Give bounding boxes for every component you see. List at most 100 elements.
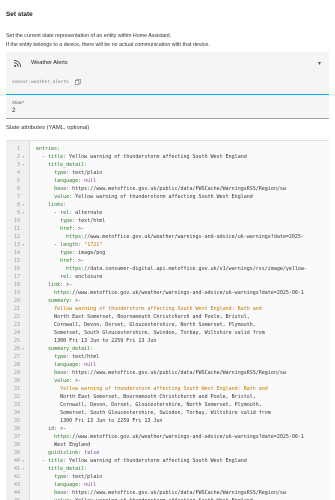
code-text: language: null <box>54 178 97 184</box>
code-text: language: null <box>54 362 97 368</box>
state-label: State* <box>12 100 25 105</box>
code-text: title_detail: <box>48 466 88 472</box>
code-text: rel: enclosure <box>60 274 103 280</box>
line-number: 41 <box>13 466 20 472</box>
code-text: type: text/html <box>54 354 100 360</box>
code-text: link: >- <box>48 282 73 288</box>
line-number: 9 <box>16 210 20 216</box>
code-line: 8 ▾ links: <box>6 201 329 209</box>
code-line: 28 language: null <box>6 361 329 369</box>
line-number: 42 <box>13 474 20 480</box>
line-number: 25 <box>13 338 20 344</box>
fold-icon[interactable]: ▾ <box>22 465 24 473</box>
code-line: 12 https://www.metoffice.gov.uk/weather/… <box>6 233 329 241</box>
code-line: 29 base: https://www.metoffice.gov.uk/pu… <box>6 369 329 377</box>
code-text: Somerset, South Gloucestershire, Swindon… <box>36 410 271 416</box>
code-text: id: >- <box>48 426 67 432</box>
code-text: Cornwall, Devon, Dorset, Gloucestershire… <box>36 322 256 328</box>
line-number: 6 <box>16 186 20 192</box>
code-text: type: text/html <box>60 218 106 224</box>
code-text: type: text/plain <box>54 474 103 480</box>
entity-picker[interactable]: Weather Alerts ▾ sensor.weather_alerts <box>6 52 329 95</box>
line-number: 35 <box>13 418 20 424</box>
line-number: 29 <box>13 370 20 376</box>
code-line: 19 https://www.metoffice.gov.uk/weather/… <box>6 289 329 297</box>
code-line: 7 value: Yellow warning of thunderstorm … <box>6 193 329 201</box>
line-number: 22 <box>13 314 20 320</box>
fold-icon[interactable]: ▾ <box>22 161 24 169</box>
code-text: - title: Yellow warning of thunderstorm … <box>36 458 247 464</box>
fold-icon[interactable]: ▾ <box>22 457 24 465</box>
code-line: 39 guidislink: false <box>6 449 329 457</box>
line-number: 44 <box>13 490 20 496</box>
code-text: Somerset, South Gloucestershire, Swindon… <box>36 330 265 336</box>
code-line: 26 ▾ summary_detail: <box>6 345 329 353</box>
code-line: 16 https://data.consumer-digital.api.met… <box>6 265 329 273</box>
code-text: https://www.metoffice.gov.uk/weather/war… <box>66 234 304 240</box>
state-value[interactable]: 2 <box>12 107 16 114</box>
code-line: 25 1300 Fri 13 Jun to 2259 Fri 13 Jun <box>6 337 329 345</box>
chevron-down-icon[interactable]: ▾ <box>318 60 321 67</box>
code-text: 1300 Fri 13 Jun to 2259 Fri 13 Jun <box>36 418 163 424</box>
code-text: https://www.metoffice.gov.uk/weather/war… <box>54 290 304 296</box>
entity-id: sensor.weather_alerts <box>12 80 69 85</box>
line-number: 37 <box>13 434 20 440</box>
line-number: 18 <box>13 282 20 288</box>
code-line: 1 entries: <box>6 145 329 153</box>
code-text: - length: "1721" <box>36 242 103 248</box>
line-number: 13 <box>13 242 20 248</box>
code-text: value: >- <box>54 378 82 384</box>
code-line: 15 href: >- <box>6 257 329 265</box>
line-number: 14 <box>13 250 20 256</box>
code-text: North East Somerset, Bournemouth Christc… <box>36 314 250 320</box>
code-line: 5 language: null <box>6 177 329 185</box>
code-line: 43 language: null <box>6 481 329 489</box>
code-text: Cornwall, Devon, Dorset, Gloucestershire… <box>36 402 262 408</box>
state-field[interactable]: State* 2 <box>6 95 329 119</box>
code-text: West England <box>36 442 91 448</box>
fold-icon[interactable]: ▾ <box>22 153 24 161</box>
code-text: summary_detail: <box>48 346 94 352</box>
code-text: https://data.consumer-digital.api.metoff… <box>66 266 307 272</box>
code-text: - title: Yellow warning of thunderstorm … <box>36 154 247 160</box>
line-number: 26 <box>13 346 20 352</box>
description-line-2: If the entity belongs to a device, there… <box>6 42 210 48</box>
line-number: 10 <box>13 218 20 224</box>
code-line: 24 Somerset, South Gloucestershire, Swin… <box>6 329 329 337</box>
line-number: 34 <box>13 410 20 416</box>
line-number: 32 <box>13 394 20 400</box>
line-number: 11 <box>13 226 20 232</box>
fold-icon[interactable]: ▾ <box>22 345 24 353</box>
copy-icon[interactable] <box>75 79 81 85</box>
code-text: title_detail: <box>48 162 88 168</box>
fold-icon[interactable]: ▾ <box>22 241 24 249</box>
line-number: 31 <box>13 386 20 392</box>
fold-icon[interactable]: ▾ <box>22 201 24 209</box>
line-number: 16 <box>13 266 20 272</box>
code-text: https://www.metoffice.gov.uk/weather/war… <box>54 434 304 440</box>
code-text: North East Somerset, Bournemouth Christc… <box>36 394 256 400</box>
fold-icon[interactable]: ▾ <box>22 209 24 217</box>
code-text: href: >- <box>60 226 85 232</box>
line-number: 27 <box>13 354 20 360</box>
code-line: 41 ▾ title_detail: <box>6 465 329 473</box>
yaml-editor[interactable]: 1 entries: 2 ▾ - title: Yellow warning of t… <box>6 140 329 500</box>
code-line: 32 North East Somerset, Bournemouth Chri… <box>6 393 329 401</box>
line-number: 30 <box>13 378 20 384</box>
line-number: 15 <box>13 258 20 264</box>
code-line: 33 Cornwall, Devon, Dorset, Gloucestersh… <box>6 401 329 409</box>
line-number: 43 <box>13 482 20 488</box>
code-text: href: >- <box>60 258 85 264</box>
line-number: 40 <box>13 458 20 464</box>
code-line: 27 type: text/html <box>6 353 329 361</box>
line-number: 23 <box>13 322 20 328</box>
code-line: 9 ▾ - rel: alternate <box>6 209 329 217</box>
code-line: 37 https://www.metoffice.gov.uk/weather/… <box>6 433 329 441</box>
code-line: 21 Yellow warning of thunderstorm affect… <box>6 305 329 313</box>
page-title: Set state <box>6 11 33 18</box>
code-line: 11 href: >- <box>6 225 329 233</box>
code-text: links: <box>48 202 67 208</box>
code-line: 22 North East Somerset, Bournemouth Chri… <box>6 313 329 321</box>
line-number: 12 <box>13 234 20 240</box>
line-number: 36 <box>13 426 20 432</box>
